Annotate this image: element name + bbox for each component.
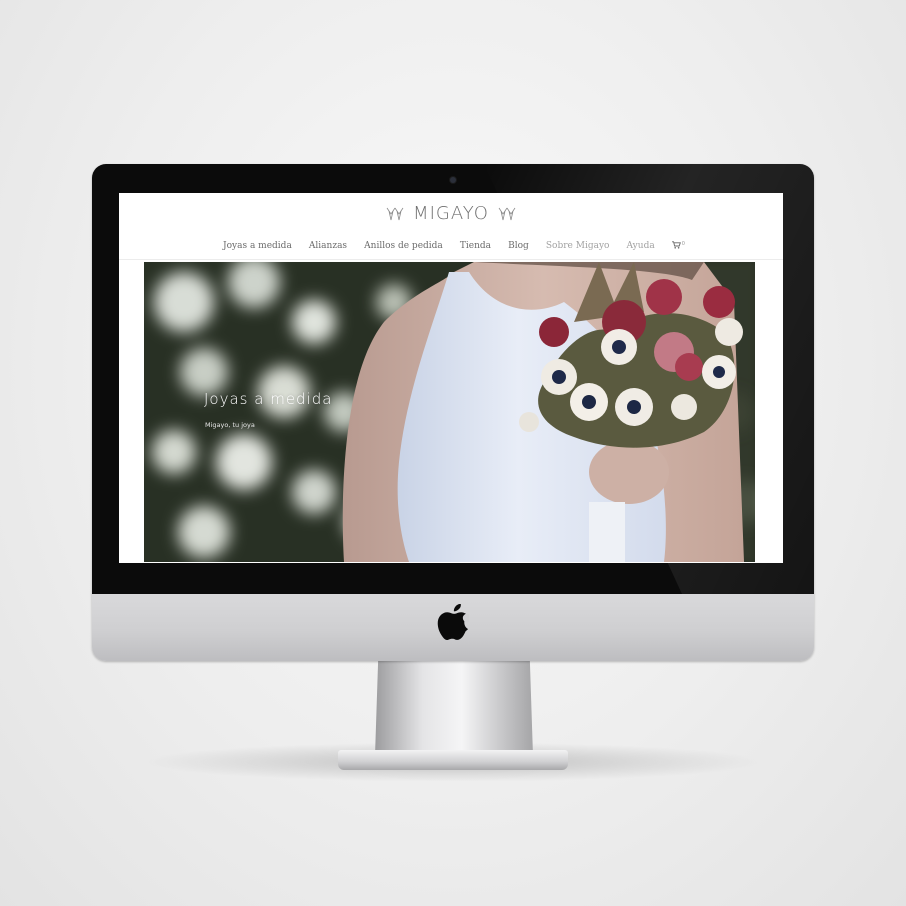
screen: MIGAYO Joyas a medida Alianzas Anillos d… — [119, 193, 783, 563]
main-nav: Joyas a medida Alianzas Anillos de pedid… — [119, 233, 783, 253]
hero-subtitle: Migayo, tu joya — [205, 421, 255, 429]
cart-icon — [671, 241, 681, 249]
monitor-stand-foot — [338, 750, 568, 770]
monitor-chin — [92, 594, 814, 661]
nav-alianzas[interactable]: Alianzas — [309, 241, 347, 251]
nav-blog[interactable]: Blog — [508, 241, 529, 251]
monitor-stand-neck — [375, 660, 533, 756]
site-header: MIGAYO Joyas a medida Alianzas Anillos d… — [119, 193, 783, 260]
camera-icon — [450, 177, 456, 183]
hero-title: Joyas a medida — [204, 390, 333, 408]
nav-tienda[interactable]: Tienda — [460, 241, 491, 251]
hero-banner: Joyas a medida Migayo, tu joya — [144, 262, 755, 562]
cart-button[interactable]: 0 — [671, 234, 685, 253]
logo-diamond-icon — [386, 207, 404, 220]
cart-count: 0 — [681, 241, 685, 247]
nav-sobre-migayo[interactable]: Sobre Migayo — [546, 241, 610, 251]
site-logo[interactable]: MIGAYO — [119, 203, 783, 225]
nav-joyas-a-medida[interactable]: Joyas a medida — [223, 241, 292, 251]
logo-text: MIGAYO — [413, 203, 489, 224]
nav-ayuda[interactable]: Ayuda — [627, 241, 655, 251]
logo-diamond-icon — [498, 207, 516, 220]
mockup-stage: MIGAYO Joyas a medida Alianzas Anillos d… — [0, 0, 906, 906]
nav-anillos-de-pedida[interactable]: Anillos de pedida — [364, 241, 443, 251]
apple-logo-icon — [437, 604, 469, 640]
hero-photo — [144, 262, 755, 562]
